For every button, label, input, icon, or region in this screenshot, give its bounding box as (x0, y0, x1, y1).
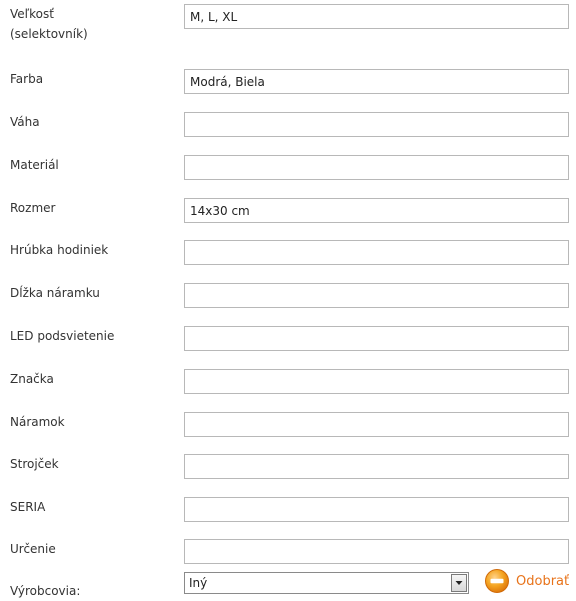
brand-input[interactable] (184, 369, 569, 394)
series-input[interactable] (184, 497, 569, 522)
form-row-series: SERIA (0, 497, 576, 539)
strap-input[interactable] (184, 412, 569, 437)
field-label-strap: Náramok (10, 415, 65, 429)
form-row-watch-thickness: Hrúbka hodiniek (0, 240, 576, 282)
form-row-material: Materiál (0, 155, 576, 197)
form-row-strap: Náramok (0, 412, 576, 454)
watch-thickness-input[interactable] (184, 240, 569, 265)
field-label-weight: Váha (10, 115, 40, 129)
strap-length-input[interactable] (184, 283, 569, 308)
form-row-color: Farba (0, 69, 576, 111)
form-row-size: Veľkosť (selektovník) (0, 4, 576, 46)
field-label-manufacturers: Výrobcovia: (10, 584, 81, 598)
field-label-size: Veľkosť (selektovník) (10, 7, 88, 41)
form-row-weight: Váha (0, 112, 576, 154)
manufacturer-select[interactable]: Iný (184, 572, 469, 594)
form-row-dimension: Rozmer (0, 198, 576, 240)
minus-circle-icon (485, 569, 509, 593)
size-input[interactable] (184, 4, 569, 29)
field-label-led-backlight: LED podsvietenie (10, 329, 115, 343)
material-input[interactable] (184, 155, 569, 180)
field-label-purpose: Určenie (10, 542, 56, 556)
form-row-manufacturers: Výrobcovia: Iný Odobrať (0, 569, 576, 601)
remove-manufacturer-button[interactable]: Odobrať (484, 568, 569, 594)
form-row-strap-length: Dĺžka náramku (0, 283, 576, 325)
field-label-material: Materiál (10, 158, 59, 172)
field-label-watch-thickness: Hrúbka hodiniek (10, 243, 109, 257)
color-input[interactable] (184, 69, 569, 94)
form-row-movement: Strojček (0, 454, 576, 496)
dimension-input[interactable] (184, 198, 569, 223)
field-label-brand: Značka (10, 372, 54, 386)
field-label-color: Farba (10, 72, 44, 86)
form-row-led-backlight: LED podsvietenie (0, 326, 576, 368)
remove-button-label: Odobrať (516, 573, 570, 589)
movement-input[interactable] (184, 454, 569, 479)
form-row-brand: Značka (0, 369, 576, 411)
manufacturer-select-value: Iný (189, 576, 208, 590)
field-label-dimension: Rozmer (10, 201, 56, 215)
weight-input[interactable] (184, 112, 569, 137)
chevron-down-icon[interactable] (451, 574, 467, 592)
field-label-series: SERIA (10, 500, 46, 514)
led-backlight-input[interactable] (184, 326, 569, 351)
field-label-movement: Strojček (10, 457, 59, 471)
field-label-strap-length: Dĺžka náramku (10, 286, 100, 300)
purpose-input[interactable] (184, 539, 569, 564)
